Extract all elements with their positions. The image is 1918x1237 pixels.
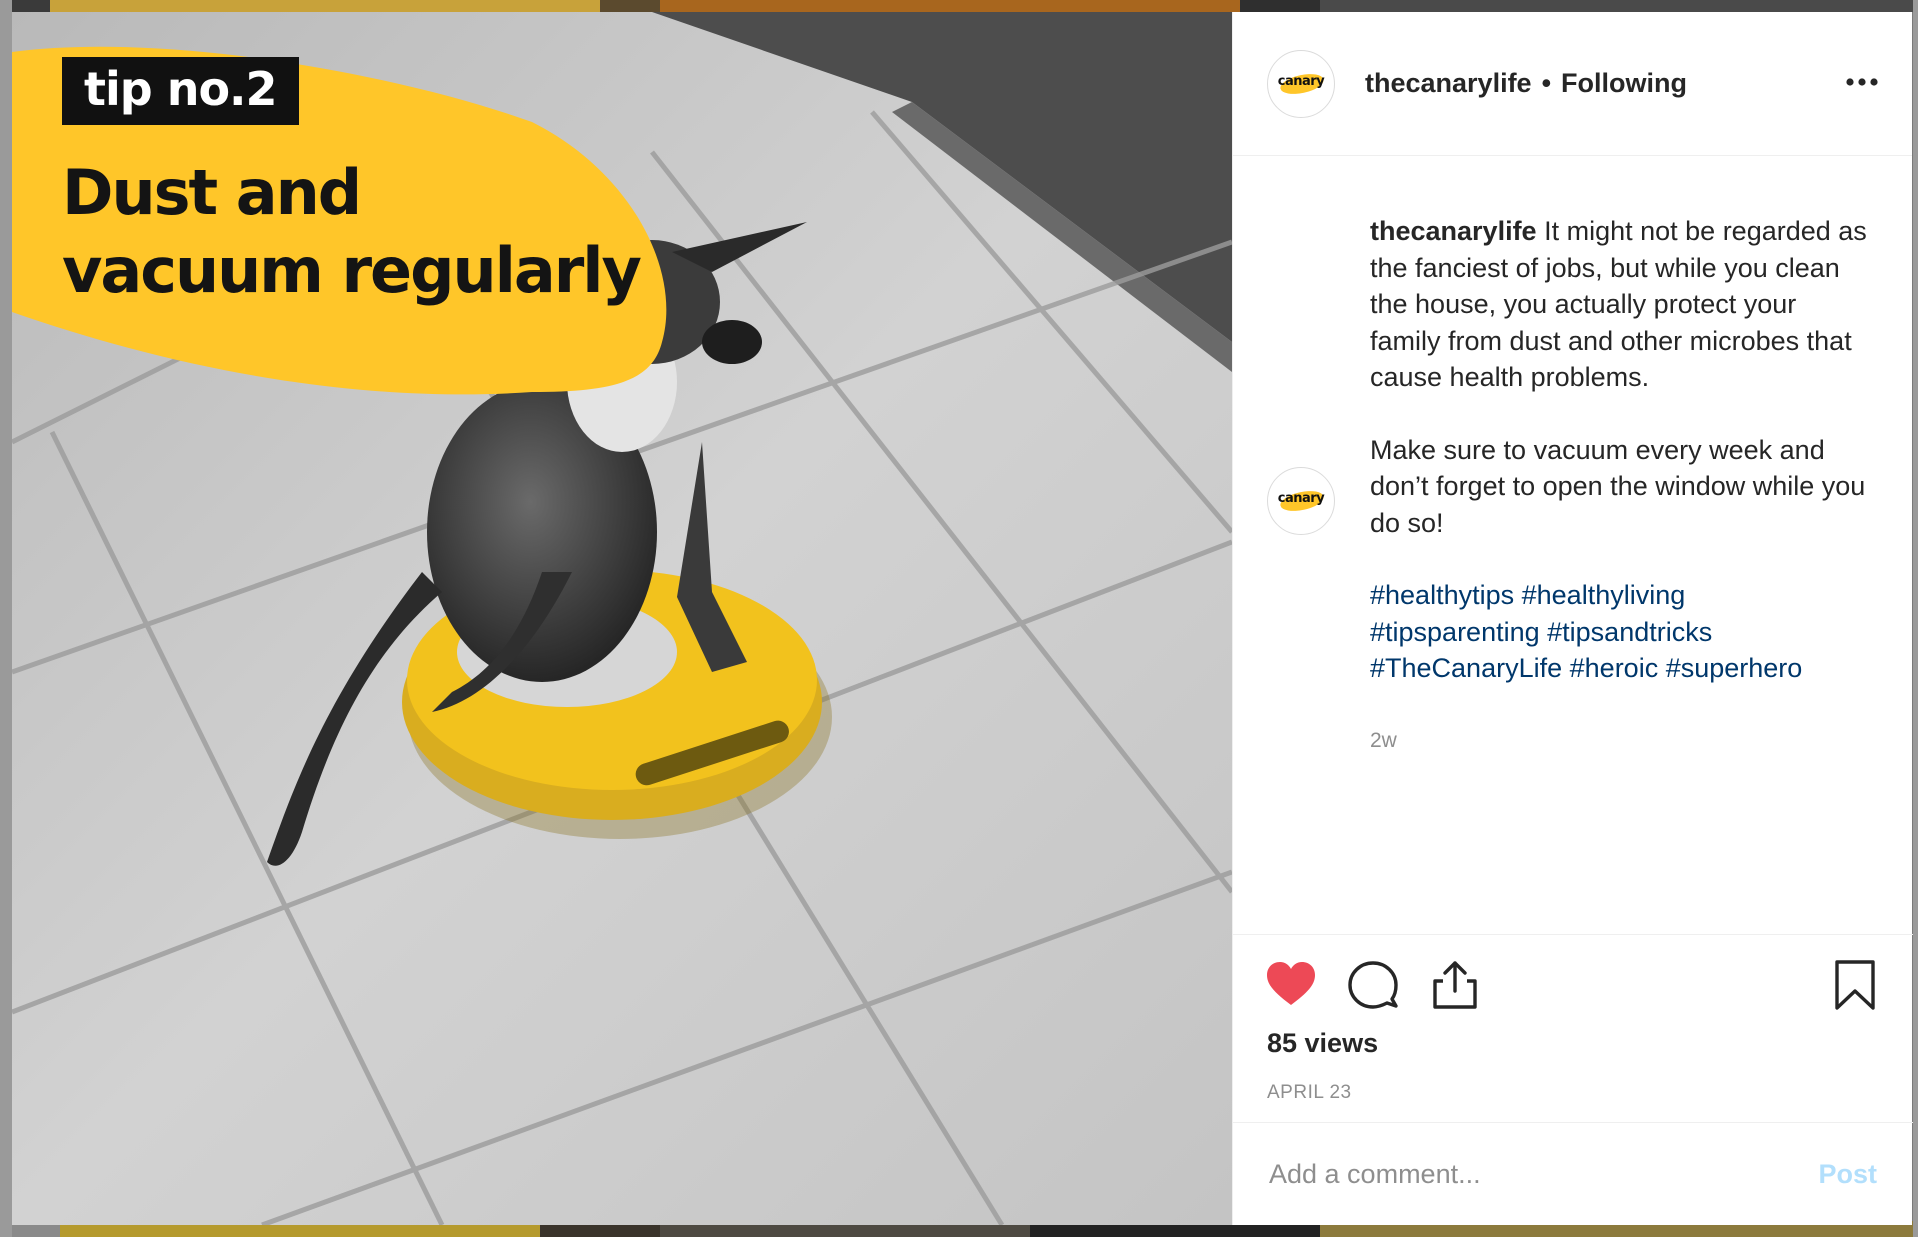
post-media[interactable]: tip no.2 Dust and vacuum regularly <box>12 12 1232 1225</box>
overlay-edge-right <box>1913 0 1918 1237</box>
bookmark-icon[interactable] <box>1829 959 1881 1011</box>
post-actions: 85 views APRIL 23 <box>1233 934 1913 1122</box>
post-age[interactable]: 2w <box>1370 723 1870 760</box>
hashtag-link[interactable]: #TheCanaryLife <box>1370 653 1562 683</box>
hashtag-link[interactable]: #heroic <box>1570 653 1659 683</box>
action-icon-row <box>1265 959 1881 1011</box>
caption-paragraph-2: Make sure to vacuum every week and don’t… <box>1370 434 1866 538</box>
hashtag-link[interactable]: #tipsparenting <box>1370 617 1540 647</box>
heart-filled-icon[interactable] <box>1265 959 1317 1011</box>
separator-dot: • <box>1541 68 1552 98</box>
caption: thecanarylife It might not be regarded a… <box>1370 213 1870 759</box>
post-header: canary thecanarylife • Following <box>1233 12 1912 156</box>
comment-icon[interactable] <box>1347 959 1399 1011</box>
post-comment-button[interactable]: Post <box>1818 1159 1877 1190</box>
headline-line-1: Dust and <box>62 156 362 229</box>
overlay-edge-left <box>0 0 12 1237</box>
avatar[interactable]: canary <box>1267 49 1335 118</box>
post-side-panel: canary thecanarylife • Following canary … <box>1232 12 1913 1225</box>
hashtag-link[interactable]: #superhero <box>1666 653 1803 683</box>
headline-line-2: vacuum regularly <box>62 234 642 307</box>
media-headline: Dust and vacuum regularly <box>62 154 642 310</box>
view-count[interactable]: 85 views <box>1267 1028 1378 1059</box>
avatar-logo-text: canary <box>1277 491 1325 506</box>
following-button[interactable]: Following <box>1561 68 1687 99</box>
share-icon[interactable] <box>1429 959 1481 1011</box>
hashtag-link[interactable]: #healthyliving <box>1522 580 1686 610</box>
ellipsis-icon[interactable] <box>1844 70 1880 94</box>
comment-avatar[interactable]: canary <box>1267 467 1335 535</box>
hashtag-link[interactable]: #healthytips <box>1370 580 1514 610</box>
tip-number-badge: tip no.2 <box>62 57 299 125</box>
comment-form: Post <box>1233 1122 1913 1225</box>
username-link[interactable]: thecanarylife <box>1365 68 1532 99</box>
feed-background-top <box>0 0 1918 12</box>
caption-username-link[interactable]: thecanarylife <box>1370 216 1537 246</box>
comments-area[interactable]: canary thecanarylife It might not be reg… <box>1233 157 1913 933</box>
post-date: APRIL 23 <box>1267 1082 1352 1103</box>
hashtag-link[interactable]: #tipsandtricks <box>1547 617 1712 647</box>
header-user-line: thecanarylife • Following <box>1365 68 1687 99</box>
hashtag-list: #healthytips #healthyliving #tipsparenti… <box>1370 577 1870 687</box>
comment-input[interactable] <box>1267 1157 1819 1191</box>
caption-paragraph-1: thecanarylife It might not be regarded a… <box>1370 213 1870 396</box>
avatar-logo-text: canary <box>1277 73 1325 89</box>
post-modal: tip no.2 Dust and vacuum regularly canar… <box>12 12 1913 1225</box>
